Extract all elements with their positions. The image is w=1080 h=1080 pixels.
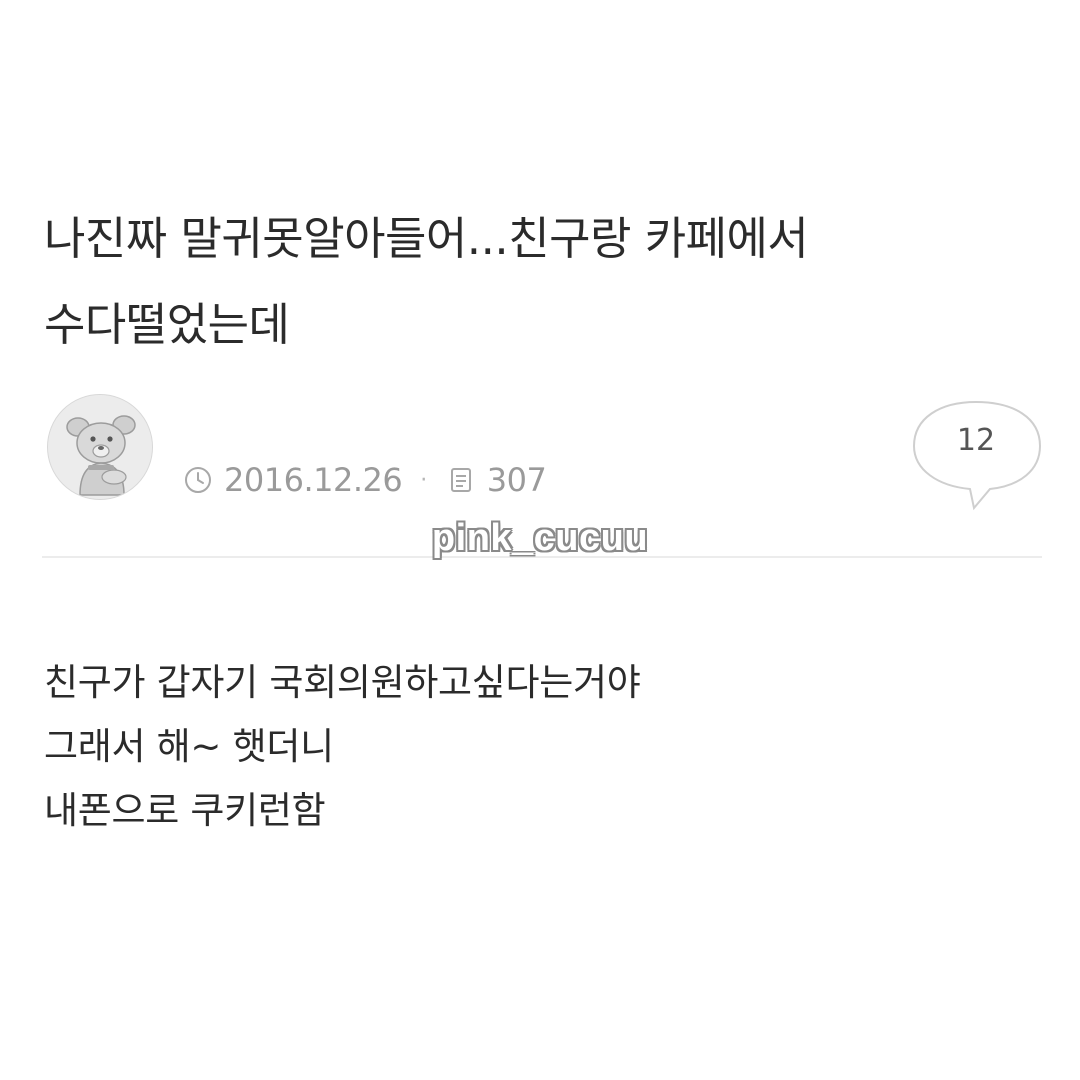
post-meta: 2016.12.26 · 307 [182, 458, 547, 502]
dog-avatar-icon [48, 395, 152, 499]
post-date: 2016.12.26 [224, 461, 403, 499]
post-body-line-1: 친구가 갑자기 국회의원하고싶다는거야 [44, 661, 641, 704]
author-avatar[interactable] [47, 394, 153, 500]
post-title: 나진짜 말귀못알아들어...친구랑 카페에서 수다떨었는데 [44, 196, 1034, 368]
view-count: 307 [486, 461, 547, 499]
document-icon [445, 464, 477, 496]
post-title-line-2: 수다떨었는데 [44, 298, 290, 351]
comment-button[interactable]: 12 [910, 398, 1046, 514]
post-body: 친구가 갑자기 국회의원하고싶다는거야 그래서 해~ 햇더니 내폰으로 쿠키런함 [44, 651, 1034, 843]
meta-separator: · [420, 467, 427, 493]
comment-count: 12 [956, 423, 996, 458]
post-page: 나진짜 말귀못알아들어...친구랑 카페에서 수다떨었는데 2016.12.26… [0, 0, 1080, 1080]
clock-icon [182, 464, 214, 496]
post-body-line-2: 그래서 해~ 햇더니 [44, 725, 334, 768]
post-body-line-3: 내폰으로 쿠키런함 [44, 789, 326, 832]
watermark-text: pink_cucuu [431, 517, 649, 559]
post-title-line-1: 나진짜 말귀못알아들어...친구랑 카페에서 [44, 212, 809, 265]
